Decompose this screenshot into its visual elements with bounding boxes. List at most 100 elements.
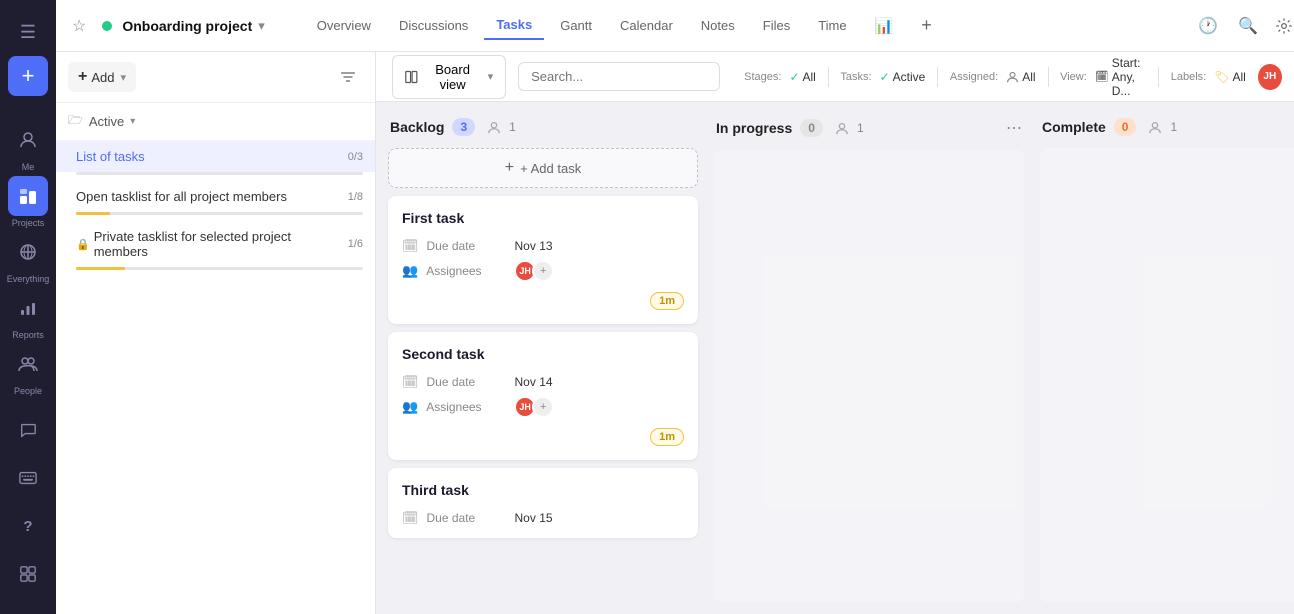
project-status-dot [102, 21, 112, 31]
in-progress-placeholder [714, 150, 1024, 602]
me-nav-button[interactable] [8, 120, 48, 160]
nav-discussions[interactable]: Discussions [387, 12, 480, 39]
reports-nav-button[interactable] [8, 288, 48, 328]
search-button[interactable]: 🔍 [1232, 10, 1264, 42]
sidebar-add-button[interactable]: + Add ▾ [68, 62, 136, 92]
second-task-footer: 1m [402, 428, 684, 446]
nav-overview[interactable]: Overview [305, 12, 383, 39]
first-task-assignees-row: 👥 Assignees JH + [402, 260, 684, 282]
column-complete-header: Complete 0 1 [1040, 114, 1294, 140]
everything-nav-button[interactable] [8, 232, 48, 272]
nav-notes[interactable]: Notes [689, 12, 747, 39]
tasks-value[interactable]: ✓ Active [880, 70, 926, 84]
nav-add[interactable]: + [909, 9, 944, 42]
in-progress-person-icon [835, 121, 849, 135]
view-icon: 🗓 [1095, 70, 1109, 83]
project-dropdown-icon: ▾ [258, 18, 265, 34]
toolbar-avatar[interactable]: JH [1258, 64, 1282, 90]
more-nav-button[interactable] [8, 554, 48, 594]
add-global-button[interactable]: + [8, 56, 48, 96]
in-progress-badge: 0 [800, 119, 823, 137]
task-card-second[interactable]: Second task 🗓 Due date Nov 14 👥 Assignee… [388, 332, 698, 460]
due-date-calendar-icon: 🗓 [402, 238, 419, 254]
second-task-time-badge: 1m [650, 428, 684, 446]
stages-label: Stages: [744, 71, 781, 83]
assignees-icon-2: 👥 [402, 399, 418, 415]
tasks-label: Tasks: [840, 71, 871, 83]
assigned-value[interactable]: All [1006, 70, 1035, 84]
stages-check: ✓ [789, 70, 799, 84]
board-view-label: Board view [424, 62, 482, 92]
due-date-calendar-icon-3: 🗓 [402, 510, 419, 526]
list-item-list-of-tasks[interactable]: List of tasks 0/3 [56, 141, 375, 172]
nav-calendar[interactable]: Calendar [608, 12, 685, 39]
filter-sep-3 [1048, 67, 1049, 87]
in-progress-title: In progress [716, 120, 792, 136]
add-task-button[interactable]: + + Add task [388, 148, 698, 188]
complete-person-icon [1148, 120, 1162, 134]
nav-files[interactable]: Files [751, 12, 802, 39]
complete-title: Complete [1042, 119, 1106, 135]
assignee-plus[interactable]: + [532, 260, 554, 282]
people-nav-button[interactable] [8, 344, 48, 384]
active-section[interactable]: 🗁 Active ▾ [56, 103, 375, 141]
open-tasklist-name: Open tasklist for all project members [76, 189, 348, 204]
keyboard-nav-button[interactable] [8, 458, 48, 498]
nav-tasks[interactable]: Tasks [484, 11, 544, 40]
everything-nav-label: Everything [7, 274, 50, 284]
tasks-check: ✓ [880, 70, 890, 84]
project-title[interactable]: Onboarding project ▾ [102, 18, 264, 34]
assignees-icon: 👥 [402, 263, 418, 279]
sidebar-add-plus: + [78, 68, 87, 86]
private-tasklist-progress-bar [76, 267, 125, 270]
nav-analytics[interactable]: 📊 [863, 11, 906, 41]
backlog-title: Backlog [390, 119, 444, 135]
column-backlog-header: Backlog 3 1 [388, 114, 698, 140]
label-tag-icon: 🏷 [1214, 70, 1229, 84]
star-project-button[interactable]: ☆ [72, 16, 86, 36]
nav-time[interactable]: Time [806, 12, 858, 39]
projects-nav-button[interactable] [8, 176, 48, 216]
list-item-open-tasklist[interactable]: Open tasklist for all project members 1/… [56, 181, 375, 212]
filter-sep-4 [1158, 67, 1159, 87]
board-search-input[interactable] [518, 62, 720, 91]
filter-group: Stages: ✓ All Tasks: ✓ Active Assigned: [744, 56, 1246, 98]
in-progress-more-button[interactable]: ⋯ [1006, 118, 1022, 138]
clock-button[interactable]: 🕐 [1192, 10, 1224, 42]
lock-icon: 🔒 [76, 238, 90, 251]
labels-value[interactable]: 🏷 All [1214, 70, 1246, 84]
reports-nav-label: Reports [12, 330, 44, 340]
board-view-chevron: ▾ [488, 70, 494, 83]
column-in-progress: In progress 0 1 ⋯ [714, 114, 1024, 602]
backlog-person-icon [487, 120, 501, 134]
list-item-progress: 0/3 [348, 151, 363, 163]
chat-nav-button[interactable] [8, 410, 48, 450]
private-tasklist-name: Private tasklist for selected project me… [94, 229, 348, 259]
backlog-badge: 3 [452, 118, 475, 136]
due-date-label-3: Due date [427, 511, 507, 525]
second-task-assignees-row: 👥 Assignees JH + [402, 396, 684, 418]
nav-gantt[interactable]: Gantt [548, 12, 604, 39]
settings-button[interactable]: ▾ [1272, 10, 1294, 42]
in-progress-person-count: 1 [857, 121, 864, 135]
list-item-private-tasklist[interactable]: 🔒 Private tasklist for selected project … [56, 221, 375, 267]
third-task-due-row: 🗓 Due date Nov 15 [402, 510, 684, 526]
sidebar-filter-button[interactable] [333, 62, 363, 92]
help-nav-button[interactable]: ? [8, 506, 48, 546]
stages-value[interactable]: ✓ All [789, 70, 815, 84]
first-task-due-date: Nov 13 [515, 239, 553, 253]
first-task-due-row: 🗓 Due date Nov 13 [402, 238, 684, 254]
due-date-label-2: Due date [427, 375, 507, 389]
assignee-plus-2[interactable]: + [532, 396, 554, 418]
open-tasklist-progress-bar [76, 212, 110, 215]
complete-placeholder [1040, 148, 1294, 602]
task-card-first[interactable]: First task 🗓 Due date Nov 13 👥 Assignees [388, 196, 698, 324]
view-value[interactable]: 🗓 Start: Any, D... [1095, 56, 1146, 98]
add-task-label: + Add task [520, 161, 581, 176]
task-card-third[interactable]: Third task 🗓 Due date Nov 15 [388, 468, 698, 538]
board-view-button[interactable]: Board view ▾ [392, 55, 506, 99]
first-task-time-badge: 1m [650, 292, 684, 310]
board-area: Board view ▾ Stages: ✓ All Tasks: [376, 52, 1294, 614]
assigned-label: Assigned: [950, 71, 998, 83]
hamburger-button[interactable]: ☰ [8, 12, 48, 52]
